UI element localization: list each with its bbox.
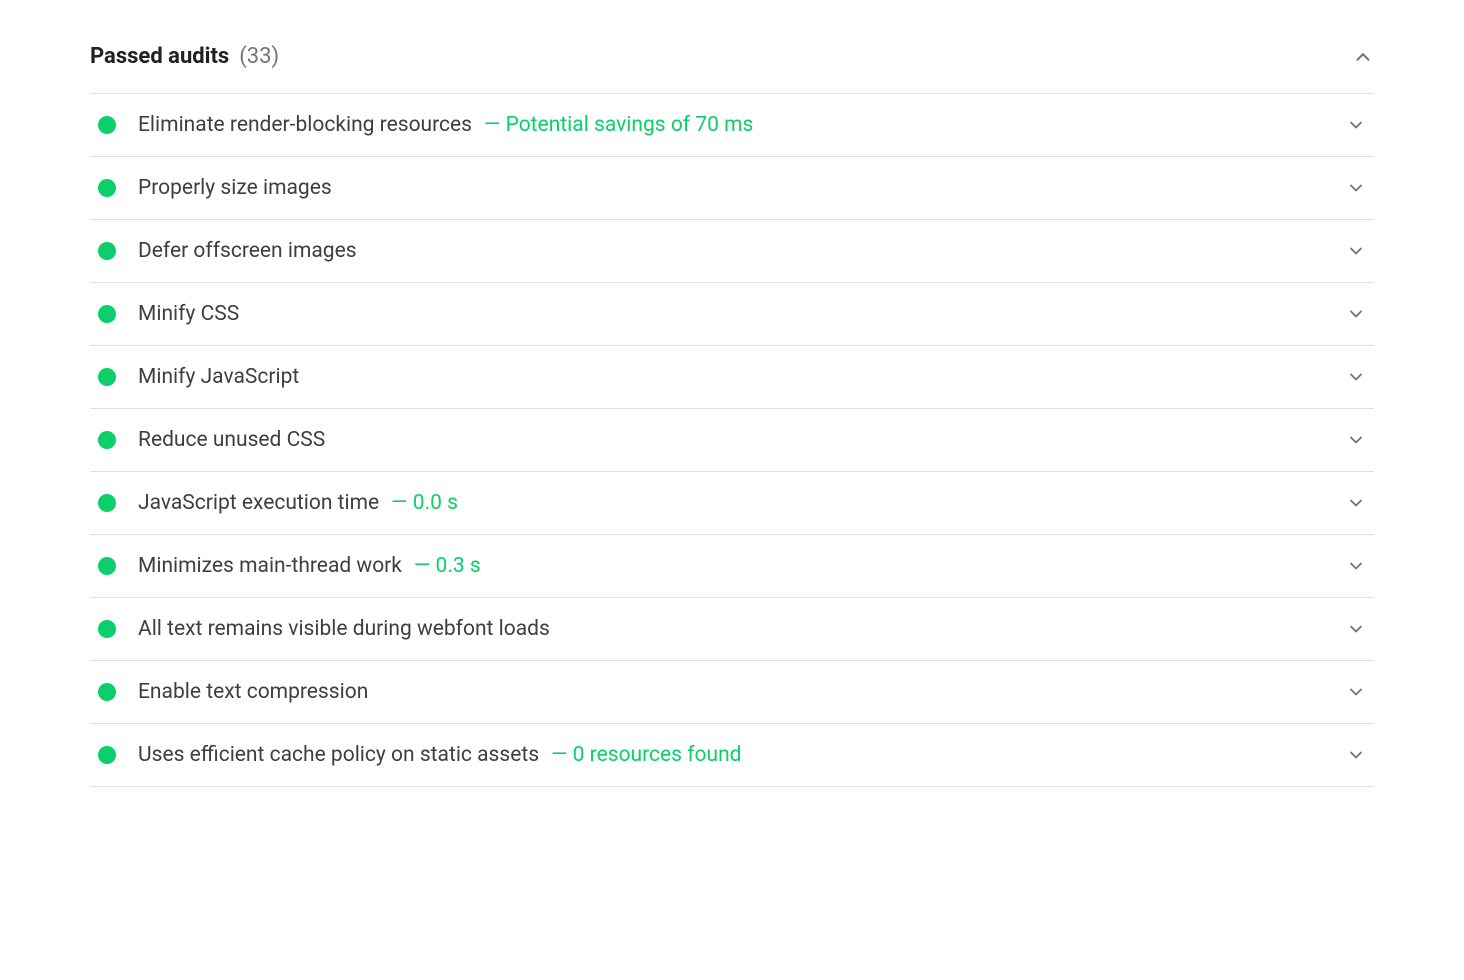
chevron-up-icon (1352, 46, 1374, 68)
audit-left: Defer offscreen images (98, 239, 357, 263)
status-pass-icon (98, 494, 116, 512)
audit-title: JavaScript execution time (138, 491, 379, 515)
audit-detail: 0.0 s (391, 491, 458, 515)
audit-row[interactable]: Defer offscreen images (90, 220, 1374, 283)
status-pass-icon (98, 683, 116, 701)
audit-title: All text remains visible during webfont … (138, 617, 550, 641)
chevron-down-icon (1346, 430, 1366, 450)
status-pass-icon (98, 179, 116, 197)
status-pass-icon (98, 620, 116, 638)
audit-title: Defer offscreen images (138, 239, 357, 263)
audit-title: Properly size images (138, 176, 332, 200)
passed-audits-header[interactable]: Passed audits (33) (90, 30, 1374, 93)
audit-list: Eliminate render-blocking resources Pote… (90, 93, 1374, 787)
audit-row[interactable]: Eliminate render-blocking resources Pote… (90, 94, 1374, 157)
audit-left: Properly size images (98, 176, 332, 200)
audit-left: Minify JavaScript (98, 365, 299, 389)
chevron-down-icon (1346, 304, 1366, 324)
chevron-down-icon (1346, 556, 1366, 576)
audit-title: Uses efficient cache policy on static as… (138, 743, 539, 767)
audit-row[interactable]: Minimizes main-thread work 0.3 s (90, 535, 1374, 598)
audit-title: Reduce unused CSS (138, 428, 325, 452)
chevron-down-icon (1346, 115, 1366, 135)
chevron-down-icon (1346, 367, 1366, 387)
audit-left: Enable text compression (98, 680, 368, 704)
audit-left: All text remains visible during webfont … (98, 617, 550, 641)
audit-row[interactable]: Minify CSS (90, 283, 1374, 346)
chevron-down-icon (1346, 241, 1366, 261)
status-pass-icon (98, 746, 116, 764)
audit-detail: Potential savings of 70 ms (484, 113, 753, 137)
audit-title: Minimizes main-thread work (138, 554, 402, 578)
chevron-down-icon (1346, 745, 1366, 765)
section-title: Passed audits (90, 44, 229, 69)
status-pass-icon (98, 368, 116, 386)
audit-title: Minify CSS (138, 302, 239, 326)
chevron-down-icon (1346, 619, 1366, 639)
audit-title: Minify JavaScript (138, 365, 299, 389)
chevron-down-icon (1346, 178, 1366, 198)
chevron-down-icon (1346, 682, 1366, 702)
audit-row[interactable]: Reduce unused CSS (90, 409, 1374, 472)
section-count: (33) (239, 44, 279, 69)
audit-row[interactable]: Minify JavaScript (90, 346, 1374, 409)
audit-row[interactable]: JavaScript execution time 0.0 s (90, 472, 1374, 535)
audit-title: Enable text compression (138, 680, 368, 704)
audit-left: Eliminate render-blocking resources Pote… (98, 113, 753, 137)
audit-detail: 0.3 s (414, 554, 481, 578)
status-pass-icon (98, 557, 116, 575)
audit-title: Eliminate render-blocking resources (138, 113, 472, 137)
status-pass-icon (98, 242, 116, 260)
chevron-down-icon (1346, 493, 1366, 513)
audit-left: Minify CSS (98, 302, 239, 326)
audit-row[interactable]: Uses efficient cache policy on static as… (90, 724, 1374, 787)
audit-left: JavaScript execution time 0.0 s (98, 491, 458, 515)
status-pass-icon (98, 431, 116, 449)
status-pass-icon (98, 305, 116, 323)
audit-row[interactable]: All text remains visible during webfont … (90, 598, 1374, 661)
audit-left: Uses efficient cache policy on static as… (98, 743, 742, 767)
audit-row[interactable]: Enable text compression (90, 661, 1374, 724)
section-title-group: Passed audits (33) (90, 44, 279, 69)
audit-left: Minimizes main-thread work 0.3 s (98, 554, 481, 578)
audit-row[interactable]: Properly size images (90, 157, 1374, 220)
status-pass-icon (98, 116, 116, 134)
audit-left: Reduce unused CSS (98, 428, 325, 452)
audit-detail: 0 resources found (551, 743, 741, 767)
